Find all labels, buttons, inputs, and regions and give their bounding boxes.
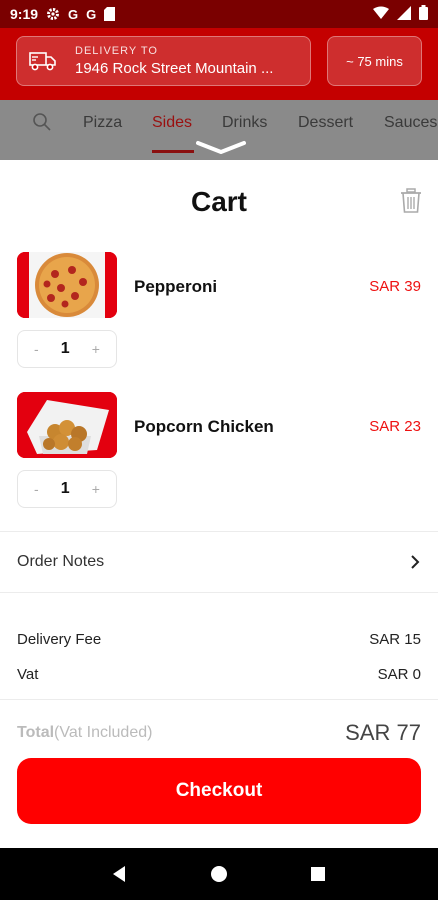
order-notes-row[interactable]: Order Notes <box>0 532 438 592</box>
total-value: SAR 77 <box>345 720 421 745</box>
recents-icon[interactable] <box>308 864 328 884</box>
vat-row: Vat SAR 0 <box>17 666 421 683</box>
chevron-down-icon[interactable] <box>196 140 246 156</box>
active-tab-indicator <box>152 150 194 153</box>
tab-dessert[interactable]: Dessert <box>298 114 353 132</box>
delivery-text: DELIVERY TO 1946 Rock Street Mountain ..… <box>75 45 273 77</box>
total-sub-label: (Vat Included) <box>54 724 153 741</box>
tab-pizza[interactable]: Pizza <box>83 114 122 132</box>
cart-title: Cart <box>190 186 247 217</box>
back-icon[interactable] <box>110 864 130 884</box>
wifi-icon <box>373 6 389 23</box>
tab-sauces[interactable]: Sauces <box>384 114 437 132</box>
delivery-address-selector[interactable]: DELIVERY TO 1946 Rock Street Mountain ..… <box>16 36 311 86</box>
quantity-stepper: - 1 + <box>17 470 117 508</box>
item-price: SAR 39 <box>369 278 421 295</box>
status-left: 9:19 G G <box>10 6 116 22</box>
divider <box>0 699 438 700</box>
fee-label: Delivery Fee <box>17 631 102 648</box>
increment-button[interactable]: + <box>92 341 100 357</box>
system-nav-bar <box>0 848 438 900</box>
status-time: 9:19 <box>10 6 39 22</box>
search-icon[interactable] <box>32 112 52 132</box>
fee-value: SAR 0 <box>377 666 421 683</box>
divider <box>0 592 438 593</box>
quantity-value: 1 <box>60 340 70 357</box>
cart-sheet: Cart Pepperoni SAR 39 - 1 + Popcorn Chic… <box>0 168 438 848</box>
fee-label: Vat <box>17 666 39 683</box>
sd-card-icon <box>104 7 116 21</box>
eta-badge[interactable]: ~ 75 mins <box>327 36 422 86</box>
google-g-icon: G <box>86 6 97 22</box>
signal-icon <box>397 5 411 23</box>
battery-icon <box>419 5 428 23</box>
decrement-button[interactable]: - <box>34 481 39 497</box>
checkout-button[interactable]: Checkout <box>17 758 421 824</box>
cart-item: Popcorn Chicken SAR 23 - 1 + <box>0 392 438 522</box>
gear-icon <box>46 7 60 21</box>
delivery-truck-icon <box>29 52 56 71</box>
total-row: Total(Vat Included) SAR 77 <box>17 720 421 746</box>
status-bar: 9:19 G G <box>0 0 438 28</box>
item-name: Popcorn Chicken <box>134 417 274 436</box>
delivery-header: DELIVERY TO 1946 Rock Street Mountain ..… <box>0 28 438 100</box>
checkout-label: Checkout <box>175 780 263 801</box>
status-right <box>373 5 428 23</box>
item-name: Pepperoni <box>134 277 218 296</box>
popcorn-chicken-image <box>17 392 117 458</box>
order-notes-label: Order Notes <box>17 553 105 570</box>
quantity-stepper: - 1 + <box>17 330 117 368</box>
delivery-label: DELIVERY TO <box>75 45 158 57</box>
cart-item: Pepperoni SAR 39 - 1 + <box>0 252 438 382</box>
eta-text: ~ 75 mins <box>346 53 403 69</box>
delivery-address: 1946 Rock Street Mountain ... <box>75 60 274 77</box>
total-label: Total <box>17 724 55 741</box>
fee-value: SAR 15 <box>369 631 421 648</box>
total-label-group: Total(Vat Included) <box>17 724 152 742</box>
increment-button[interactable]: + <box>92 481 100 497</box>
quantity-value: 1 <box>60 480 70 497</box>
trash-icon[interactable] <box>399 188 423 214</box>
google-g-icon: G <box>68 6 79 22</box>
chevron-right-icon <box>411 555 420 569</box>
decrement-button[interactable]: - <box>34 341 39 357</box>
pepperoni-image <box>17 252 117 318</box>
delivery-fee-row: Delivery Fee SAR 15 <box>17 631 421 648</box>
tab-sides[interactable]: Sides <box>152 114 192 132</box>
home-icon[interactable] <box>209 864 229 884</box>
tab-drinks[interactable]: Drinks <box>222 114 267 132</box>
item-price: SAR 23 <box>369 418 421 435</box>
